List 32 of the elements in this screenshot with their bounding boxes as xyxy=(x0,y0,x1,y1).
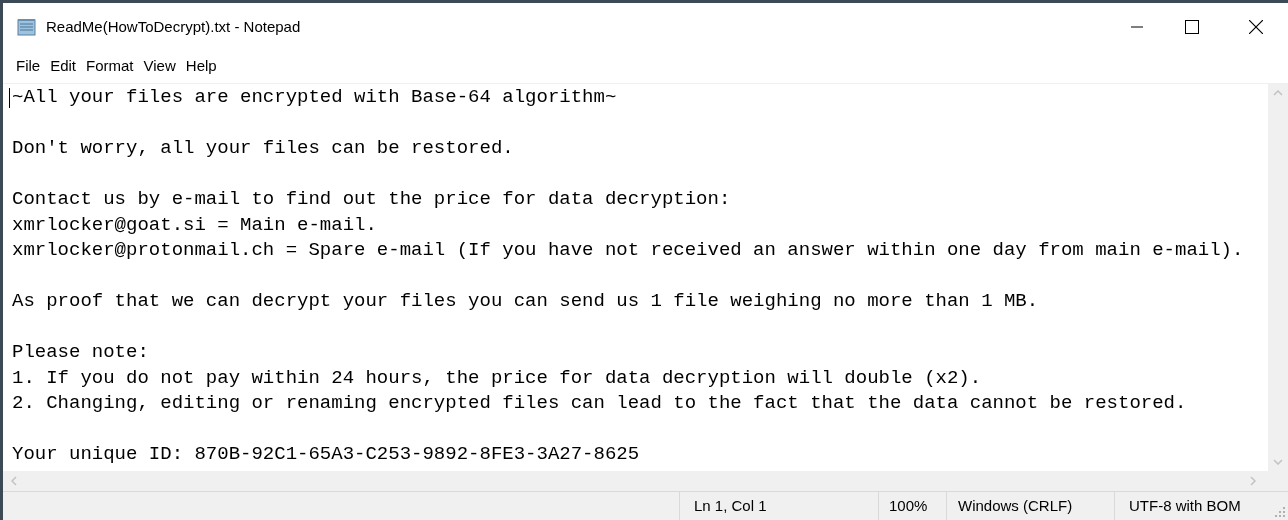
notepad-icon xyxy=(17,18,37,36)
text-line: 2. Changing, editing or renaming encrypted files can lead to the fact that the data cannot be restored. xyxy=(12,391,1187,416)
text-line: Please note: xyxy=(12,340,149,365)
text-cursor xyxy=(9,88,10,108)
text-line: xmrlocker@goat.si = Main e-mail. xyxy=(12,212,377,238)
scroll-down-icon xyxy=(1273,459,1283,465)
line-ending: Windows (CRLF) xyxy=(958,495,1073,516)
text-line: ~All your files are encrypted with Base-64 algorithm~ xyxy=(12,85,617,110)
text-line: As proof that we can decrypt your files you can send us 1 file weighing no more than 1 MB. xyxy=(12,289,1039,314)
scroll-up-icon xyxy=(1273,90,1283,96)
close-icon xyxy=(1249,20,1263,34)
cursor-position: Ln 1, Col 1 xyxy=(694,495,767,516)
text-line: xmrlocker@protonmail.ch = Spare e-mail (If you have not received an answer within one day from main e-mail). xyxy=(12,238,1244,263)
zoom-level: 100% xyxy=(889,495,928,516)
menu-item[interactable]: View xyxy=(138,54,181,78)
text-line: Don't worry, all your files can be restored. xyxy=(12,136,514,161)
menu-item[interactable]: File xyxy=(11,54,46,78)
minimize-icon xyxy=(1131,26,1143,28)
maximize-icon xyxy=(1185,20,1199,34)
vertical-scrollbar[interactable] xyxy=(1268,84,1288,471)
horizontal-scrollbar[interactable] xyxy=(3,471,1288,491)
text-line: Your unique ID: 870B-92C1-65A3-C253-9892-8FE3-3A27-8625 xyxy=(12,442,640,467)
menu-item[interactable]: Help xyxy=(180,54,222,78)
menu-item[interactable]: Format xyxy=(81,54,139,78)
scroll-right-icon xyxy=(1250,476,1256,486)
scroll-left-icon xyxy=(11,476,17,486)
window-title: ReadMe(HowToDecrypt).txt - Notepad xyxy=(46,16,301,37)
resize-grip-icon xyxy=(1275,507,1285,517)
text-line: Contact us by e-mail to find out the price for data decryption: xyxy=(12,187,731,212)
encoding: UTF-8 with BOM xyxy=(1129,495,1241,516)
text-line: 1. If you do not pay within 24 hours, the price for data decryption will double (x2). xyxy=(12,365,982,391)
menu-item[interactable]: Edit xyxy=(45,54,82,78)
